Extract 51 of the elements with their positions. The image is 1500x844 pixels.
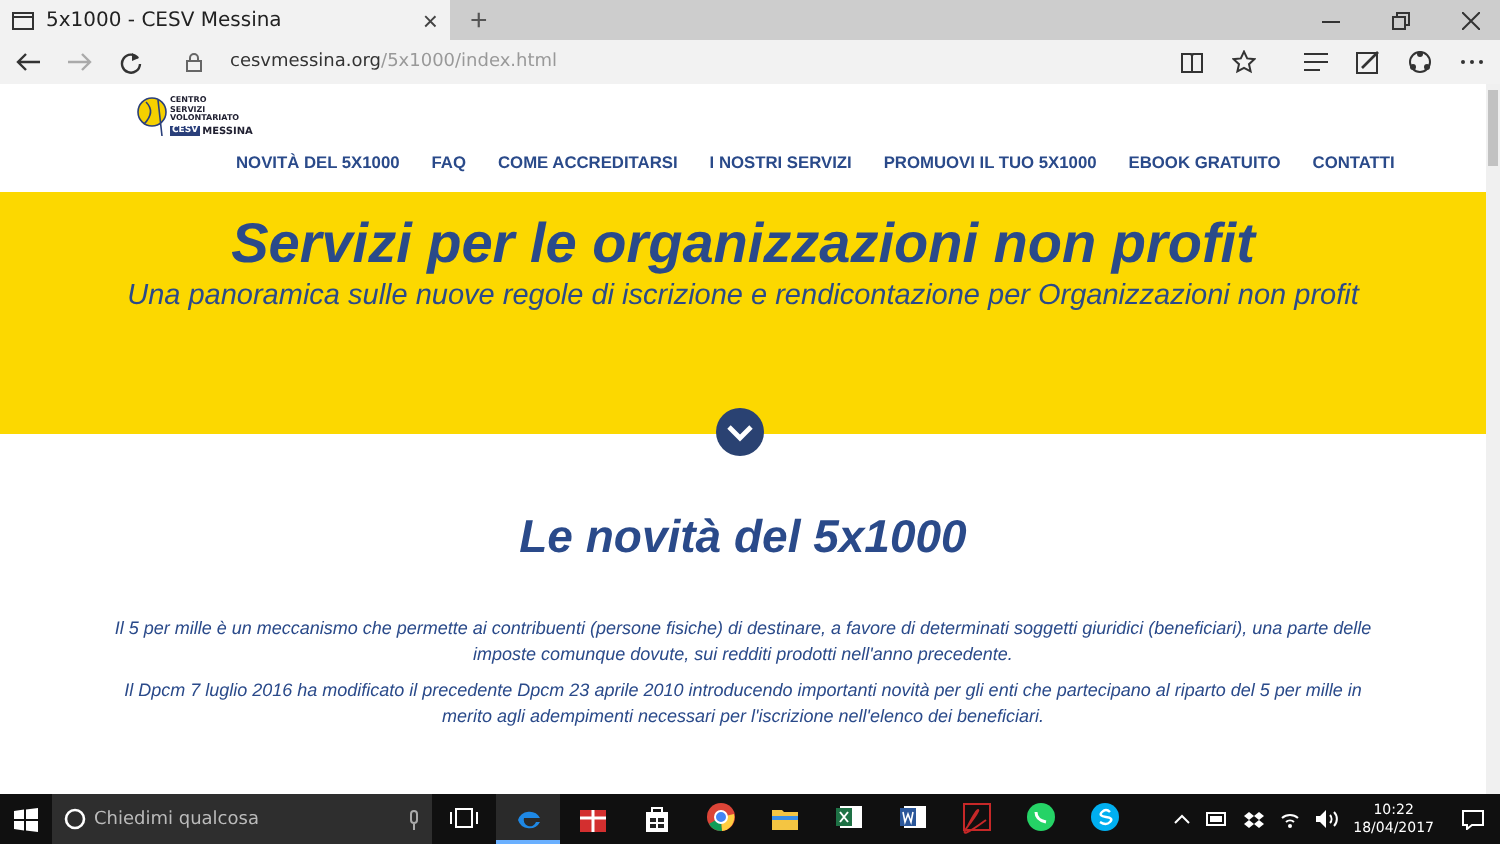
- close-icon[interactable]: [1462, 11, 1480, 29]
- close-tab-button[interactable]: ×: [422, 5, 438, 35]
- nav-link[interactable]: I NOSTRI SERVIZI: [709, 152, 852, 174]
- lock-icon: [186, 51, 202, 71]
- sun-emblem-icon: [136, 96, 168, 140]
- battery-icon[interactable]: [1205, 812, 1228, 826]
- task-view-icon: [450, 807, 478, 827]
- nav-link[interactable]: COME ACCREDITARSI: [498, 152, 678, 174]
- hero-title: Servizi per le organizzazioni non profit: [231, 212, 1255, 276]
- nav-link[interactable]: NOVITÀ DEL 5X1000: [236, 152, 400, 174]
- new-tab-button[interactable]: +: [450, 0, 508, 40]
- address-field[interactable]: cesvmessina.org/5x1000/index.html: [230, 52, 558, 72]
- chat-bubble-icon: [1023, 800, 1057, 834]
- back-icon[interactable]: [16, 51, 40, 71]
- browser-tab[interactable]: 5x1000 - CESV Messina ×: [0, 0, 450, 40]
- paragraph: Il Dpcm 7 luglio 2016 ha modificato il precedente Dpcm 23 aprile 2010 introducendo importanti novità per gli enti che partecipano al riparto del 5 per mille in merito agli adempimenti necessari per l'iscrizione nell'elenco dei beneficiari.: [122, 678, 1364, 728]
- search-box[interactable]: Chiedimi qualcosa: [52, 794, 432, 844]
- more-icon[interactable]: [1460, 58, 1484, 66]
- box-icon[interactable]: [1243, 809, 1264, 829]
- hero-subtitle: Una panoramica sulle nuove regole di iscrizione e rendicontazione per Organizzazioni non profit: [127, 280, 1359, 312]
- taskbar-app-button[interactable]: [496, 794, 560, 844]
- share-icon[interactable]: [1408, 50, 1432, 74]
- s-bubble-icon: [1087, 800, 1121, 834]
- refresh-icon[interactable]: [120, 51, 142, 73]
- scrollbar[interactable]: [1486, 84, 1500, 794]
- nav-link[interactable]: FAQ: [431, 152, 466, 174]
- hub-icon[interactable]: [1304, 52, 1328, 72]
- chevron-up-icon[interactable]: [1173, 814, 1190, 824]
- page-icon: [12, 11, 34, 29]
- pdf-icon: [959, 800, 993, 834]
- nav-link[interactable]: EBOOK GRATUITO: [1128, 152, 1281, 174]
- spreadsheet-icon: [831, 800, 865, 834]
- paragraph: Il 5 per mille è un meccanismo che permette ai contribuenti (persone fisiche) di destinare, a favore di determinati soggetti giuridici (beneficiari), una parte delle imposte comunque dovute, sui redditi prodotti nell'anno precedente.: [112, 616, 1374, 666]
- reading-view-icon[interactable]: [1180, 51, 1204, 73]
- section-title: Le novità del 5x1000: [517, 510, 969, 564]
- microphone-icon[interactable]: [408, 809, 420, 829]
- circle-icon: [64, 808, 86, 830]
- notification-icon[interactable]: [1462, 809, 1484, 829]
- restore-icon[interactable]: [1392, 11, 1410, 29]
- note-icon[interactable]: [1356, 50, 1380, 74]
- nav-link[interactable]: PROMUOVI IL TUO 5X1000: [883, 152, 1097, 174]
- search-field[interactable]: Chiedimi qualcosa: [94, 809, 400, 829]
- windows-start-icon[interactable]: [14, 807, 38, 831]
- chrome-icon: [703, 800, 737, 834]
- chevron-down-button[interactable]: [716, 408, 764, 456]
- wifi-icon[interactable]: [1279, 810, 1300, 828]
- document-icon: [895, 800, 929, 834]
- nav-link[interactable]: CONTATTI: [1312, 152, 1395, 174]
- tab-title: 5x1000 - CESV Messina: [46, 9, 284, 31]
- volume-icon[interactable]: [1315, 810, 1338, 828]
- favorite-star-icon[interactable]: [1232, 50, 1256, 74]
